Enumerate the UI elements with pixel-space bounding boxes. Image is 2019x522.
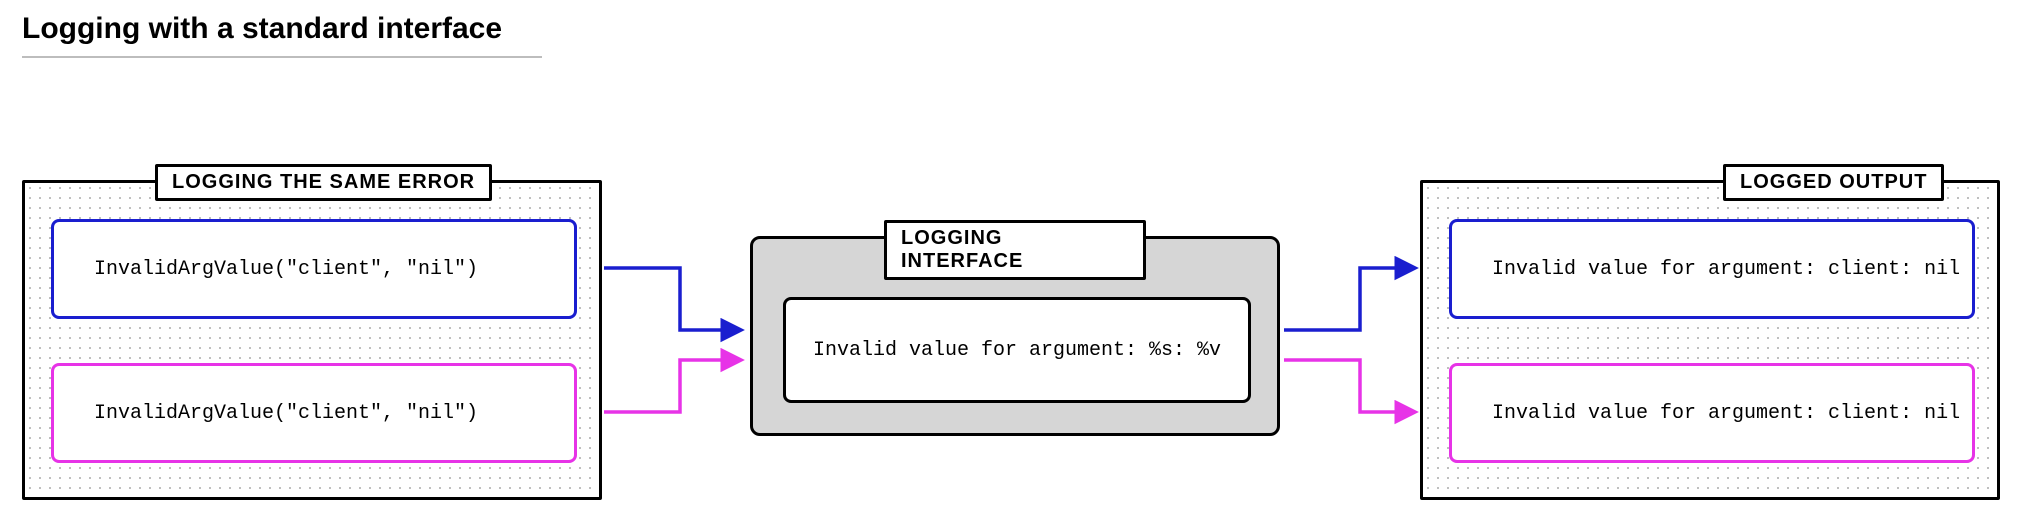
diagram-title: Logging with a standard interface (22, 12, 542, 58)
panel-outputs-label: LOGGED OUTPUT (1723, 164, 1944, 201)
diagram-root: Logging with a standard interface LOGGIN… (0, 0, 2019, 522)
input-call-blue: InvalidArgValue("client", "nil") (51, 219, 577, 319)
arrow-input-magenta-to-interface (604, 360, 740, 412)
panel-interface-label: LOGGING INTERFACE (884, 220, 1146, 280)
arrow-input-blue-to-interface (604, 268, 740, 330)
panel-inputs-label: LOGGING THE SAME ERROR (155, 164, 492, 201)
output-message-blue: Invalid value for argument: client: nil (1449, 219, 1975, 319)
arrow-interface-to-output-magenta (1284, 360, 1414, 412)
panel-interface: LOGGING INTERFACE Invalid value for argu… (750, 236, 1280, 436)
output-message-magenta: Invalid value for argument: client: nil (1449, 363, 1975, 463)
panel-inputs: LOGGING THE SAME ERROR InvalidArgValue("… (22, 180, 602, 500)
input-call-magenta: InvalidArgValue("client", "nil") (51, 363, 577, 463)
panel-outputs: LOGGED OUTPUT Invalid value for argument… (1420, 180, 2000, 500)
arrow-interface-to-output-blue (1284, 268, 1414, 330)
interface-format-string: Invalid value for argument: %s: %v (783, 297, 1251, 403)
